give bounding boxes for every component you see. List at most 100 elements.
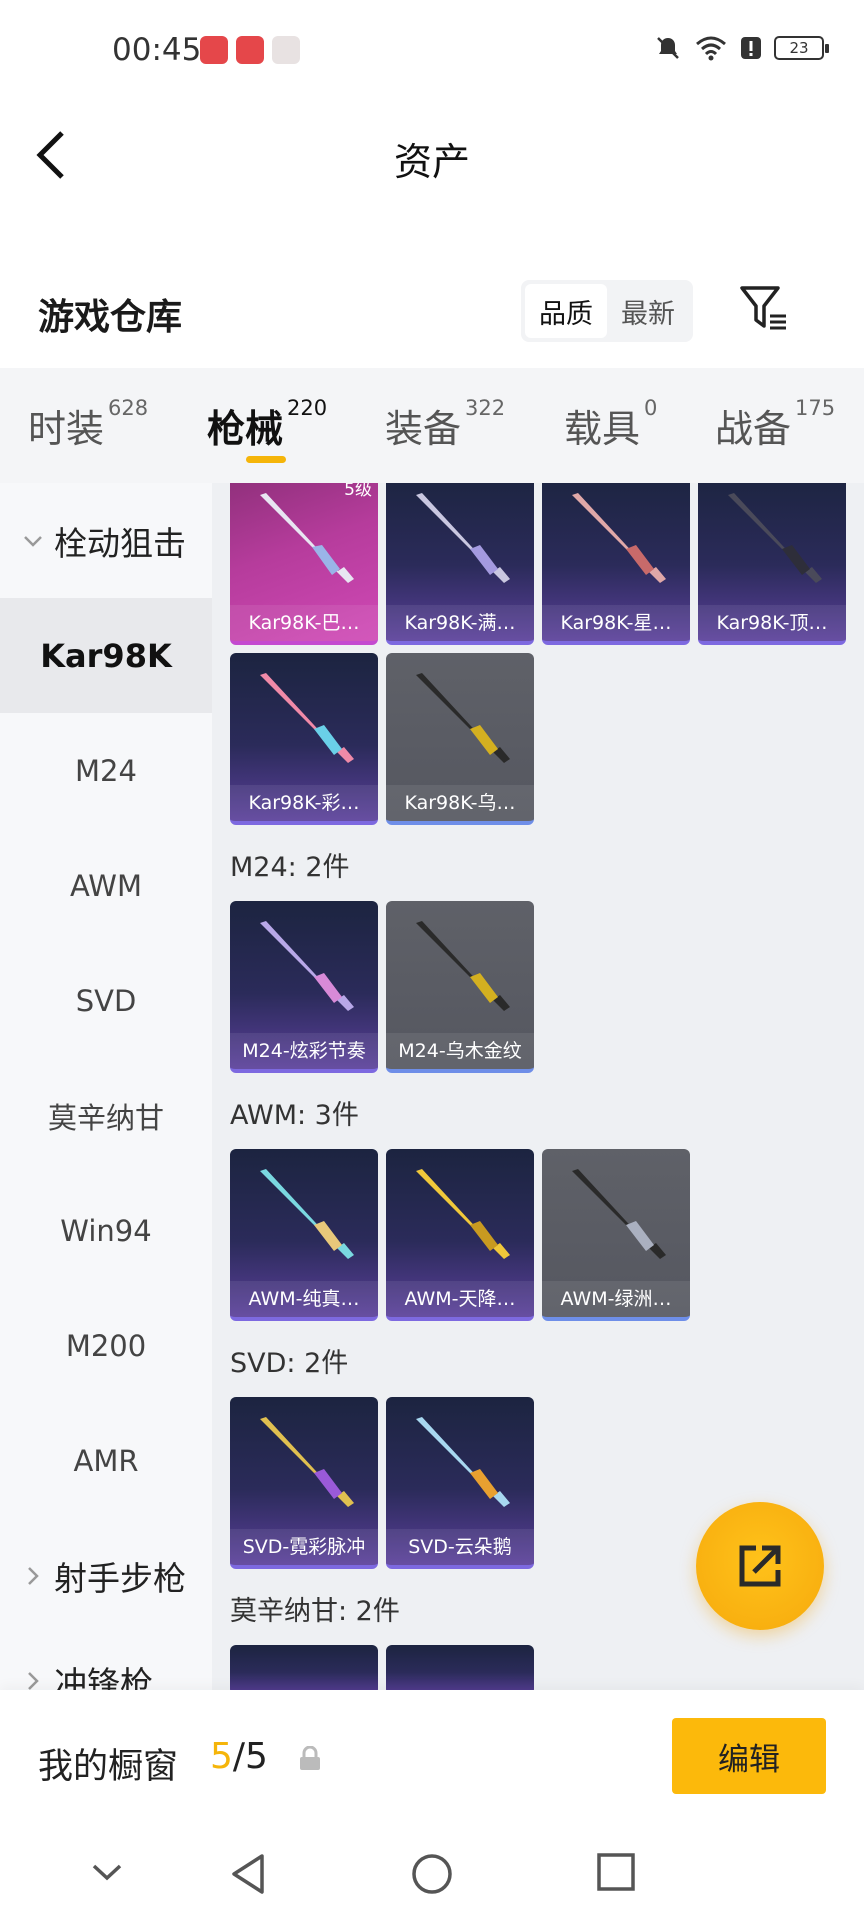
sidebar-group-marksman[interactable]: 射手步枪 bbox=[0, 1518, 212, 1633]
rifle-icon bbox=[572, 1169, 666, 1259]
weapon-card[interactable]: AWM-天降… bbox=[386, 1149, 534, 1321]
sidebar-item-mosin[interactable]: 莫辛纳甘 bbox=[0, 1058, 212, 1173]
weapon-card[interactable]: M24-乌木金纹 bbox=[386, 901, 534, 1073]
category-tabs: 时装 628 枪械 220 装备 322 载具 0 战备 175 bbox=[0, 368, 864, 483]
weapon-card-name: Kar98K-星… bbox=[542, 605, 690, 641]
chevron-down-icon bbox=[24, 535, 42, 547]
wifi-icon bbox=[696, 36, 726, 61]
weapon-card[interactable]: Kar98K-满… bbox=[386, 483, 534, 645]
tab-count: 628 bbox=[108, 396, 149, 420]
app-notification-icon bbox=[200, 36, 228, 64]
tab-count: 0 bbox=[644, 396, 658, 420]
sidebar-item-m200[interactable]: M200 bbox=[0, 1288, 212, 1403]
tab-label: 装备 bbox=[385, 407, 462, 451]
status-icons: 23 bbox=[654, 34, 829, 62]
tab-label: 战备 bbox=[715, 407, 792, 451]
rifle-icon bbox=[572, 493, 666, 583]
weapon-card[interactable]: SVD-云朵鹅 bbox=[386, 1397, 534, 1569]
rifle-icon bbox=[728, 493, 822, 583]
tab-label: 载具 bbox=[564, 407, 641, 451]
rifle-icon bbox=[260, 493, 354, 583]
tab-label: 时装 bbox=[28, 407, 105, 451]
page-title: 资产 bbox=[393, 140, 470, 184]
lock-icon bbox=[300, 1746, 320, 1770]
weapon-card-name: M24-乌木金纹 bbox=[386, 1033, 534, 1069]
sidebar-group-label: 冲锋枪 bbox=[54, 1663, 153, 1691]
nav-home-icon[interactable] bbox=[410, 1852, 454, 1896]
sidebar-item-kar98k[interactable]: Kar98K bbox=[0, 598, 212, 713]
sort-quality-option[interactable]: 品质 bbox=[525, 284, 607, 338]
rifle-icon bbox=[260, 1417, 354, 1507]
tab-fashion[interactable]: 时装 628 bbox=[28, 396, 149, 453]
bell-muted-icon bbox=[657, 37, 679, 59]
sidebar-item-win94[interactable]: Win94 bbox=[0, 1173, 212, 1288]
sort-newest-option[interactable]: 最新 bbox=[607, 284, 689, 338]
weapon-card[interactable]: Kar98K-乌… bbox=[386, 653, 534, 825]
status-bar: 00:45 23 bbox=[0, 0, 864, 105]
showcase-current: 5 bbox=[210, 1736, 233, 1777]
section-title: AWM: 3件 bbox=[230, 1100, 359, 1131]
weapon-card[interactable]: AWM-纯真… bbox=[230, 1149, 378, 1321]
share-export-button[interactable] bbox=[696, 1502, 824, 1630]
app-notification-icon bbox=[236, 36, 264, 64]
nav-back-icon[interactable] bbox=[228, 1852, 268, 1896]
tab-combat-gear[interactable]: 战备 175 bbox=[715, 396, 835, 453]
rifle-icon bbox=[260, 1169, 354, 1259]
edit-button[interactable]: 编辑 bbox=[672, 1718, 826, 1794]
sidebar-group-label: 栓动狙击 bbox=[54, 523, 186, 563]
section-title: M24: 2件 bbox=[230, 852, 350, 883]
chevron-down-icon[interactable] bbox=[90, 1860, 124, 1884]
status-time: 00:45 bbox=[112, 32, 202, 68]
weapon-card-name: AWM-天降… bbox=[386, 1281, 534, 1317]
weapon-card[interactable]: Kar98K-星… bbox=[542, 483, 690, 645]
level-badge: 5级 bbox=[344, 483, 372, 500]
weapon-card[interactable] bbox=[386, 1645, 534, 1690]
m24-grid: M24-炫彩节奏 M24-乌木金纹 bbox=[230, 901, 846, 1073]
tab-equipment[interactable]: 装备 322 bbox=[385, 396, 506, 453]
app-notification-icon bbox=[272, 36, 300, 64]
showcase-label: 我的橱窗 bbox=[38, 1747, 179, 1787]
filter-icon[interactable] bbox=[738, 284, 790, 334]
tab-firearms[interactable]: 枪械 220 bbox=[207, 396, 328, 453]
sidebar-group-smg[interactable]: 冲锋枪 bbox=[0, 1623, 212, 1690]
kar98k-grid: 5级 Kar98K-巴… Kar98K-满… Kar98K-星… Kar98K-… bbox=[230, 483, 846, 825]
sidebar-group-bolt-action[interactable]: 栓动狙击 bbox=[0, 483, 212, 598]
showcase-max: 5 bbox=[245, 1736, 268, 1777]
rifle-icon bbox=[416, 1417, 510, 1507]
sidebar-item-awm[interactable]: AWM bbox=[0, 828, 212, 943]
sidebar-item-m24[interactable]: M24 bbox=[0, 713, 212, 828]
weapon-card-name: Kar98K-巴… bbox=[230, 605, 378, 641]
sidebar-group-label: 射手步枪 bbox=[54, 1558, 186, 1598]
active-tab-indicator bbox=[246, 456, 286, 463]
mosin-grid bbox=[230, 1645, 846, 1690]
weapon-card[interactable] bbox=[230, 1645, 378, 1690]
rifle-icon bbox=[260, 673, 354, 763]
showcase-bar: 我的橱窗 5/5 编辑 bbox=[0, 1690, 864, 1830]
section-title: SVD: 2件 bbox=[230, 1348, 349, 1379]
rifle-icon bbox=[260, 921, 354, 1011]
rifle-icon bbox=[416, 1169, 510, 1259]
showcase-count: 5/5 bbox=[210, 1736, 268, 1777]
rifle-icon bbox=[416, 493, 510, 583]
weapon-card[interactable]: Kar98K-顶… bbox=[698, 483, 846, 645]
weapon-card[interactable]: Kar98K-彩… bbox=[230, 653, 378, 825]
weapon-card-name: SVD-霓彩脉冲 bbox=[230, 1529, 378, 1565]
title-bar: 资产 bbox=[0, 105, 864, 205]
weapon-card[interactable]: AWM-绿洲… bbox=[542, 1149, 690, 1321]
nav-recents-icon[interactable] bbox=[596, 1852, 636, 1892]
tab-count: 220 bbox=[287, 396, 328, 420]
weapon-card[interactable]: 5级 Kar98K-巴… bbox=[230, 483, 378, 645]
tab-count: 322 bbox=[465, 396, 506, 420]
weapon-card[interactable]: M24-炫彩节奏 bbox=[230, 901, 378, 1073]
tab-vehicles[interactable]: 载具 0 bbox=[564, 396, 658, 453]
alert-icon bbox=[741, 37, 761, 59]
weapon-card-name: Kar98K-彩… bbox=[230, 785, 378, 821]
system-nav-bar bbox=[0, 1830, 864, 1920]
sidebar-item-amr[interactable]: AMR bbox=[0, 1403, 212, 1518]
weapon-card-name: AWM-绿洲… bbox=[542, 1281, 690, 1317]
weapon-card-name: Kar98K-乌… bbox=[386, 785, 534, 821]
sidebar-item-svd[interactable]: SVD bbox=[0, 943, 212, 1058]
weapon-card-name: AWM-纯真… bbox=[230, 1281, 378, 1317]
weapon-card-name: M24-炫彩节奏 bbox=[230, 1033, 378, 1069]
weapon-card[interactable]: SVD-霓彩脉冲 bbox=[230, 1397, 378, 1569]
